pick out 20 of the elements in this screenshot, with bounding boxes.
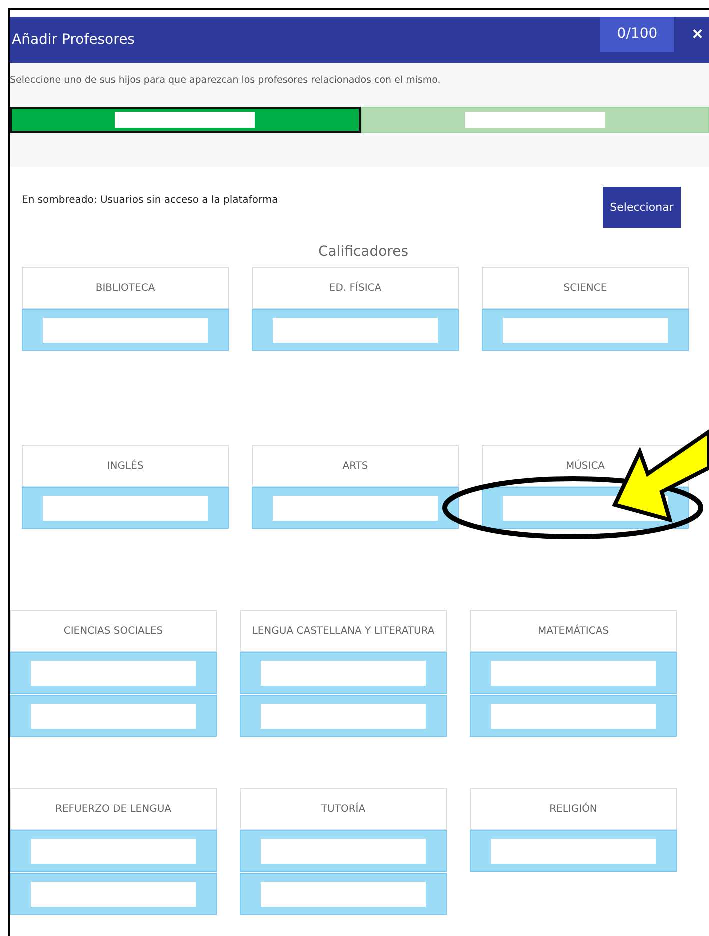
close-button[interactable]: × [686, 24, 709, 44]
subject-header: SCIENCE [482, 267, 689, 309]
child-tab[interactable] [10, 107, 360, 133]
section-title: Calificadores [317, 244, 410, 260]
subject-header: RELIGIÓN [470, 788, 677, 830]
legend-text: En sombreado: Usuarios sin acceso a la plataforma [22, 195, 278, 206]
counter-badge: 0/100 [600, 16, 674, 52]
subject-header: ED. FÍSICA [252, 267, 459, 309]
subject-header: CIENCIAS SOCIALES [10, 610, 217, 652]
subject-header: INGLÉS [22, 445, 229, 487]
subject-header: TUTORÍA [240, 788, 447, 830]
select-button[interactable]: Seleccionar [603, 187, 681, 228]
subject-header: MATEMÁTICAS [470, 610, 677, 652]
window-title: Añadir Profesores [11, 32, 136, 48]
subject-header: REFUERZO DE LENGUA [10, 788, 217, 830]
subject-header: ARTS [252, 445, 459, 487]
instruction-text: Seleccione uno de sus hijos para que aparezcan los profesores relacionados con el mismo. [10, 74, 442, 86]
teacher-item[interactable] [252, 487, 459, 529]
subject-header: LENGUA CASTELLANA Y LITERATURA [240, 610, 447, 652]
subject-header: BIBLIOTECA [22, 267, 229, 309]
